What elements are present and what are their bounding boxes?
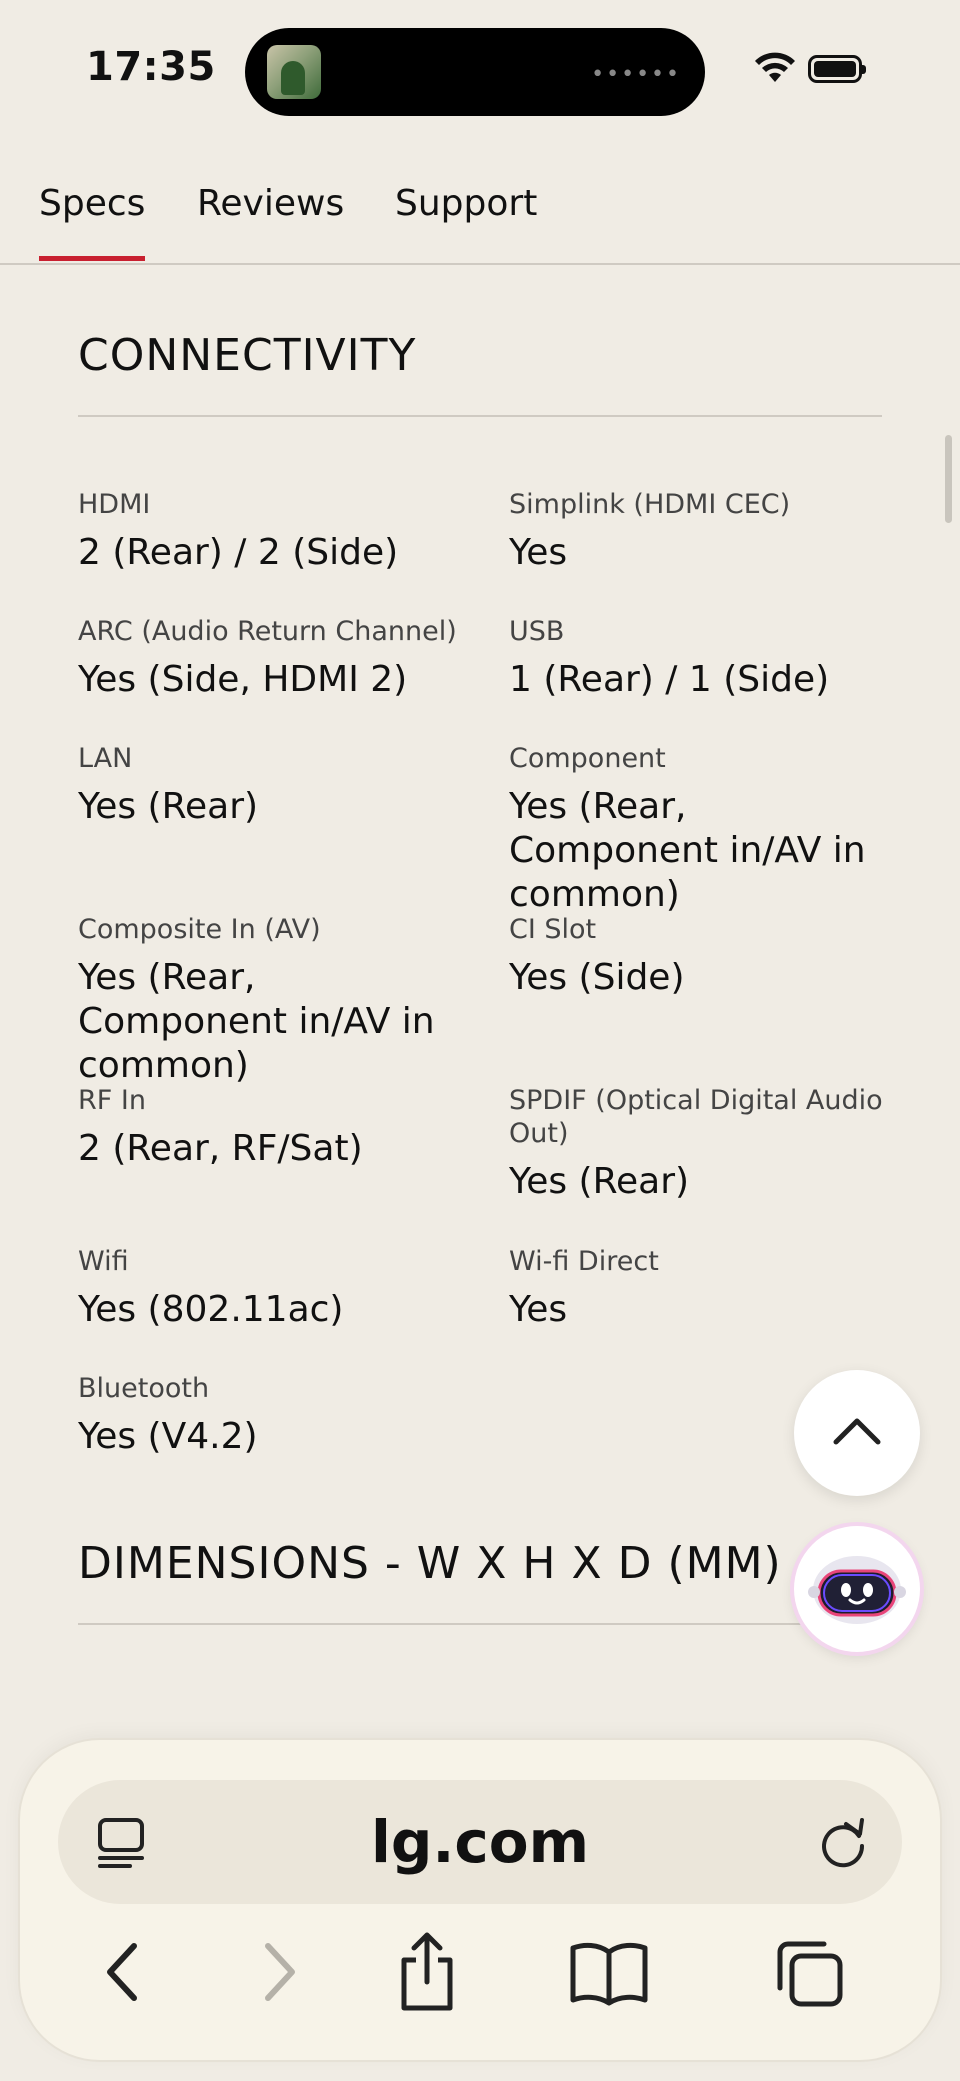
tab-support[interactable]: Support <box>395 183 537 224</box>
spec-value: Yes (Rear, Component in/AV in common) <box>78 957 435 1086</box>
spec-label: Simplink (HDMI CEC) <box>509 489 791 520</box>
back-icon[interactable] <box>100 1940 144 2004</box>
spec-value: Yes (Rear) <box>78 786 259 827</box>
section-divider <box>78 1623 882 1625</box>
spec-value: Yes (Rear) <box>509 1161 690 1202</box>
spec-usb: USB 1 (Rear) / 1 (Side) <box>509 615 899 702</box>
url-text[interactable]: lg.com <box>58 1808 902 1876</box>
spec-wifi: Wifi Yes (802.11ac) <box>78 1245 468 1332</box>
spec-lan: LAN Yes (Rear) <box>78 742 468 829</box>
spec-label: SPDIF (Optical Digital Audio Out) <box>509 1085 883 1149</box>
spec-value: 2 (Rear, RF/Sat) <box>78 1128 363 1169</box>
spec-wifi-direct: Wi-fi Direct Yes <box>509 1245 899 1332</box>
spec-component: Component Yes (Rear, Component in/AV in … <box>509 742 899 917</box>
spec-label: HDMI <box>78 489 151 520</box>
forward-icon <box>265 1943 295 2001</box>
spec-label: ARC (Audio Return Channel) <box>78 616 457 647</box>
dynamic-island[interactable]: •••••• <box>245 28 705 116</box>
spec-value: Yes (Rear, Component in/AV in common) <box>509 786 866 915</box>
battery-icon <box>808 55 866 83</box>
spec-value: Yes <box>509 1289 568 1330</box>
spec-arc: ARC (Audio Return Channel) Yes (Side, HD… <box>78 615 468 702</box>
bookmarks-icon[interactable] <box>568 1940 650 2006</box>
spec-simplink: Simplink (HDMI CEC) Yes <box>509 488 899 575</box>
reload-icon[interactable] <box>816 1816 870 1870</box>
chatbot-icon <box>808 1556 906 1624</box>
spec-label: RF In <box>78 1085 146 1116</box>
spec-rf-in: RF In 2 (Rear, RF/Sat) <box>78 1084 468 1171</box>
spec-label: Wi-fi Direct <box>509 1246 659 1277</box>
audio-wave-icon: •••••• <box>591 62 681 87</box>
tabs-icon[interactable] <box>772 1936 846 2010</box>
dimensions-title: DIMENSIONS - W X H X D (MM) <box>78 1538 782 1589</box>
spec-spdif: SPDIF (Optical Digital Audio Out) Yes (R… <box>509 1084 899 1204</box>
tab-bar: Specs Reviews Support <box>0 175 960 265</box>
spec-label: Wifi <box>78 1246 129 1277</box>
tab-specs[interactable]: Specs <box>39 183 146 261</box>
spec-composite: Composite In (AV) Yes (Rear, Component i… <box>78 913 468 1088</box>
tab-reviews[interactable]: Reviews <box>197 183 344 224</box>
share-icon[interactable] <box>394 1930 460 2014</box>
scroll-to-top-button[interactable] <box>794 1370 920 1496</box>
section-divider <box>78 415 882 417</box>
spec-bluetooth: Bluetooth Yes (V4.2) <box>78 1372 468 1459</box>
spec-value: Yes (Side, HDMI 2) <box>78 659 408 700</box>
spec-value: 1 (Rear) / 1 (Side) <box>509 659 830 700</box>
spec-value: Yes (Side) <box>509 957 685 998</box>
status-time: 17:35 <box>86 44 216 90</box>
chatbot-button[interactable] <box>794 1526 920 1652</box>
wifi-icon <box>755 52 795 82</box>
spec-label: CI Slot <box>509 914 597 945</box>
spec-ci-slot: CI Slot Yes (Side) <box>509 913 899 1000</box>
album-art-icon <box>267 45 321 99</box>
spec-hdmi: HDMI 2 (Rear) / 2 (Side) <box>78 488 468 575</box>
spec-value: Yes (V4.2) <box>78 1416 258 1457</box>
spec-label: Component <box>509 743 666 774</box>
spec-value: Yes <box>509 532 568 573</box>
spec-label: Bluetooth <box>78 1373 210 1404</box>
status-bar: 17:35 •••••• <box>0 0 960 130</box>
connectivity-title: CONNECTIVITY <box>78 330 417 381</box>
spec-value: 2 (Rear) / 2 (Side) <box>78 532 399 573</box>
browser-toolbar: lg.com <box>20 1740 940 2060</box>
spec-label: USB <box>509 616 565 647</box>
spec-label: Composite In (AV) <box>78 914 321 945</box>
scrollbar[interactable] <box>945 435 952 523</box>
spec-label: LAN <box>78 743 133 774</box>
chevron-up-icon <box>833 1418 881 1445</box>
spec-value: Yes (802.11ac) <box>78 1289 344 1330</box>
address-bar[interactable]: lg.com <box>58 1780 902 1904</box>
